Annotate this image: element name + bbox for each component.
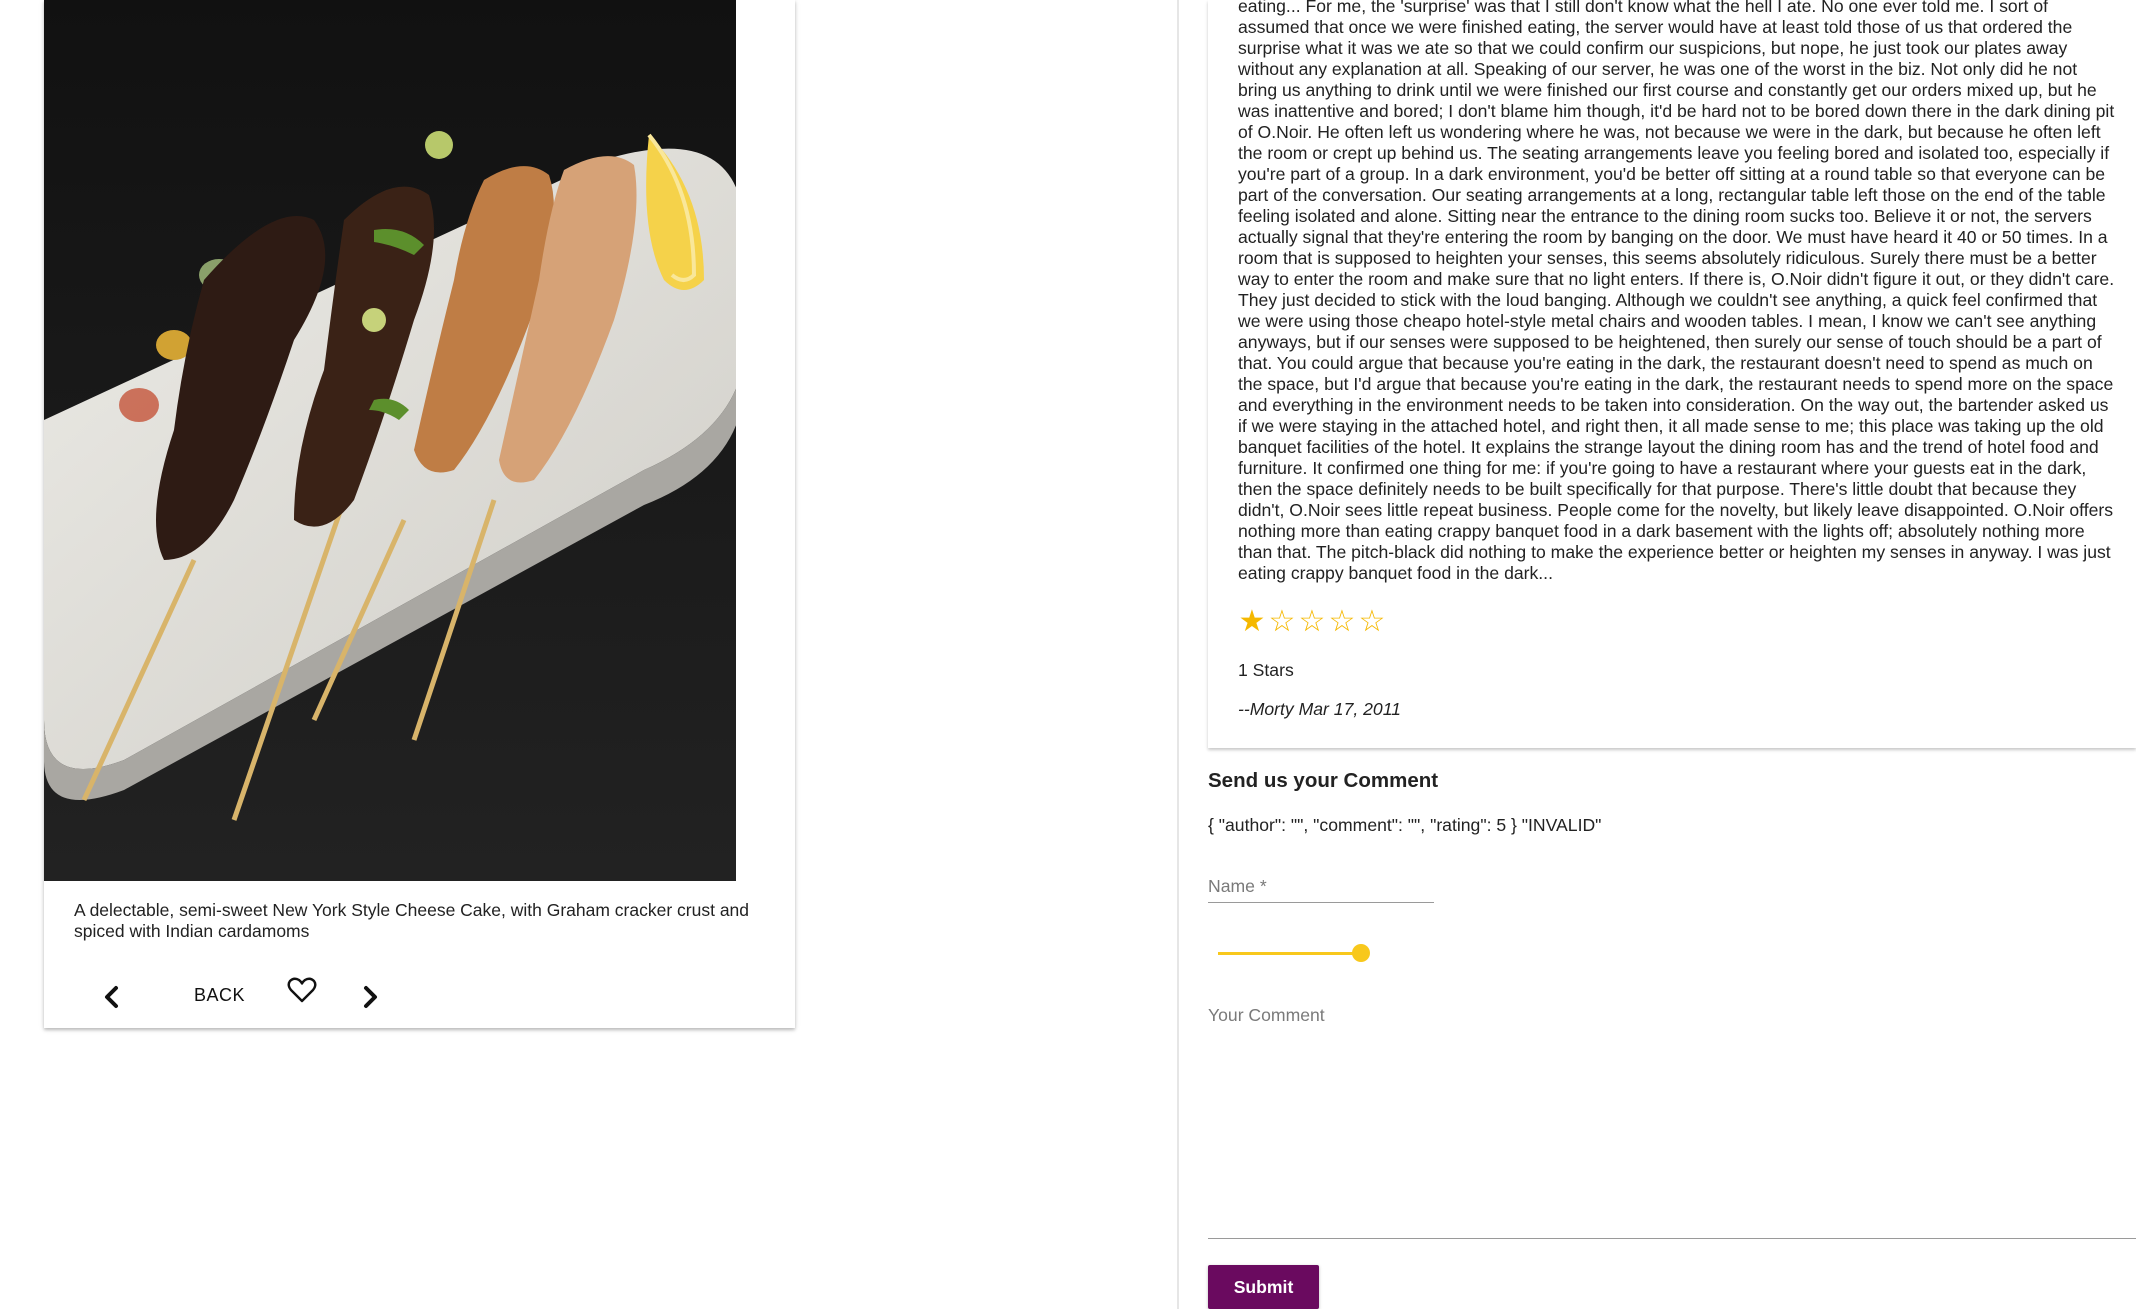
name-input[interactable] <box>1208 870 1434 903</box>
back-button[interactable]: BACK <box>194 985 245 1006</box>
review-text: eating... For me, the 'surprise' was tha… <box>1238 0 2115 583</box>
previous-dish-button[interactable] <box>96 982 126 1012</box>
star-rating: ★ ☆ ☆ ☆ ☆ <box>1238 604 1386 640</box>
rating-text: 1 Stars <box>1238 660 1294 680</box>
comment-textarea[interactable] <box>1208 1005 2136 1239</box>
slider-track <box>1218 952 1362 955</box>
dish-image <box>44 0 736 881</box>
review-card: eating... For me, the 'surprise' was tha… <box>1208 0 2136 748</box>
chevron-right-icon <box>364 986 377 1008</box>
star-filled-icon: ★ <box>1238 605 1266 638</box>
favorite-button[interactable] <box>282 974 322 1006</box>
heart-outline-icon <box>287 977 317 1003</box>
next-dish-button[interactable] <box>356 982 386 1012</box>
form-state-debug: { "author": "", "comment": "", "rating":… <box>1208 815 1602 835</box>
comment-form-title: Send us your Comment <box>1208 769 1439 792</box>
column-divider <box>1177 0 1179 1309</box>
star-empty-icon: ☆ <box>1328 605 1356 638</box>
review-author: --Morty Mar 17, 2011 <box>1238 699 1401 719</box>
dish-detail-card: A delectable, semi-sweet New York Style … <box>44 0 795 1028</box>
chevron-left-icon <box>105 986 118 1008</box>
star-empty-icon: ☆ <box>1358 605 1386 638</box>
submit-button[interactable]: Submit <box>1208 1265 1319 1309</box>
dish-description: A delectable, semi-sweet New York Style … <box>74 900 750 941</box>
slider-thumb[interactable] <box>1352 944 1370 962</box>
rating-slider[interactable] <box>1218 944 1370 962</box>
star-empty-icon: ☆ <box>1268 605 1296 638</box>
star-empty-icon: ☆ <box>1298 605 1326 638</box>
card-actions: BACK <box>44 970 795 1026</box>
